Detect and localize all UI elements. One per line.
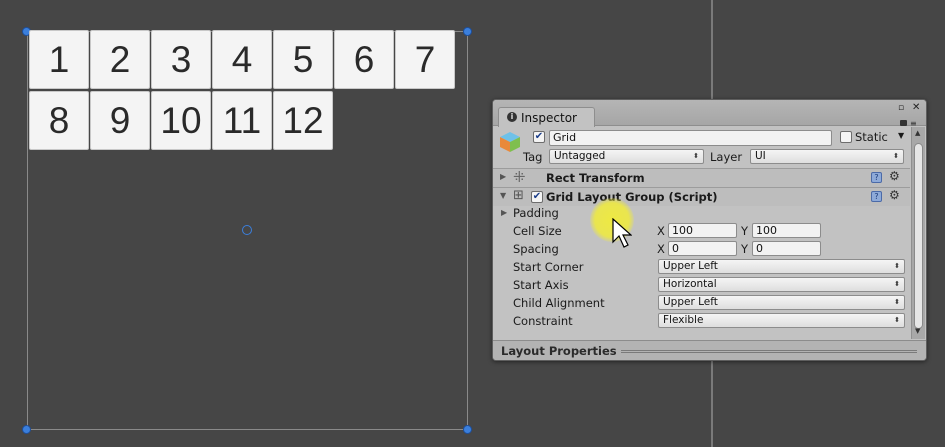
tag-dropdown[interactable]: Untagged ⬍ — [549, 149, 704, 164]
grid-layout-group-header[interactable]: ▼ ⊞ ✔ Grid Layout Group (Script) ? ⚙ — [493, 187, 910, 206]
expanded-arrow-icon: ▼ — [500, 191, 507, 200]
layout-properties-label: Layout Properties — [501, 344, 617, 358]
dropdown-arrow-icon: ⬍ — [894, 298, 900, 306]
grid-cell[interactable]: 2 — [90, 30, 150, 89]
static-checkbox[interactable] — [840, 131, 852, 143]
gear-icon[interactable]: ⚙ — [889, 169, 900, 183]
start-axis-dropdown[interactable]: Horizontal ⬍ — [658, 277, 905, 292]
grid-layout-icon: ⊞ — [513, 188, 524, 203]
inspector-tabbar: i Inspector ▫ ✕ ≡ — [493, 100, 926, 128]
start-corner-label: Start Corner — [513, 260, 584, 274]
grid-layout-group-label: Grid Layout Group (Script) — [546, 190, 718, 204]
maximize-icon[interactable]: ▫ — [898, 103, 904, 113]
grid-cell[interactable]: 12 — [273, 91, 333, 150]
cell-size-y-input[interactable]: 100 — [752, 223, 821, 238]
close-icon[interactable]: ✕ — [912, 102, 920, 113]
child-alignment-label: Child Alignment — [513, 296, 605, 310]
constraint-label: Constraint — [513, 314, 573, 328]
static-dropdown-arrow-icon[interactable]: ▼ — [898, 131, 904, 140]
layout-properties-bar[interactable]: Layout Properties — [493, 340, 926, 360]
start-axis-value: Horizontal — [663, 278, 717, 290]
grid-cell[interactable]: 3 — [151, 30, 211, 89]
tag-label: Tag — [523, 150, 543, 164]
dropdown-arrow-icon: ⬍ — [894, 262, 900, 270]
gear-icon[interactable]: ⚙ — [889, 188, 900, 202]
tab-inspector[interactable]: i Inspector — [498, 107, 595, 127]
cell-size-label: Cell Size — [513, 224, 562, 238]
dropdown-arrow-icon: ⬍ — [894, 280, 900, 288]
info-icon: i — [507, 112, 517, 122]
tag-dropdown-value: Untagged — [554, 150, 606, 162]
dropdown-arrow-icon: ⬍ — [893, 152, 899, 160]
grid-cell[interactable]: 7 — [395, 30, 455, 89]
rect-handle-bottom-right[interactable] — [463, 425, 472, 434]
grid-cell[interactable]: 4 — [212, 30, 272, 89]
child-alignment-value: Upper Left — [663, 296, 718, 308]
grid-cell[interactable]: 10 — [151, 91, 211, 150]
lock-icon[interactable] — [900, 120, 907, 126]
cell-size-y-label: Y — [741, 224, 749, 238]
pivot-handle[interactable] — [242, 225, 252, 235]
grid-cell[interactable]: 5 — [273, 30, 333, 89]
inspector-window: i Inspector ▫ ✕ ≡ ✔ Grid Static ▼ Tag Un… — [492, 99, 927, 361]
rect-transform-label: Rect Transform — [546, 171, 645, 185]
component-enabled-checkbox[interactable]: ✔ — [531, 191, 543, 203]
help-book-icon[interactable]: ? — [871, 172, 882, 183]
collapsed-arrow-icon: ▶ — [500, 172, 507, 181]
rect-handle-bottom-left[interactable] — [22, 425, 31, 434]
tab-inspector-label: Inspector — [521, 111, 577, 125]
scrollbar-thumb[interactable] — [914, 143, 923, 329]
start-corner-value: Upper Left — [663, 260, 718, 272]
grid-cell[interactable]: 6 — [334, 30, 394, 89]
cell-size-x-input[interactable]: 100 — [668, 223, 737, 238]
grid-cell[interactable]: 11 — [212, 91, 272, 150]
layer-label: Layer — [710, 150, 743, 164]
cell-size-x-label: X — [657, 224, 665, 238]
scroll-up-arrow-icon[interactable]: ▲ — [915, 129, 920, 137]
rect-transform-icon: ⁜ — [513, 168, 526, 186]
constraint-dropdown[interactable]: Flexible ⬍ — [658, 313, 905, 328]
spacing-x-input[interactable]: 0 — [668, 241, 737, 256]
child-alignment-dropdown[interactable]: Upper Left ⬍ — [658, 295, 905, 310]
dropdown-arrow-icon: ⬍ — [693, 152, 699, 160]
layer-dropdown-value: UI — [755, 150, 766, 162]
spacing-x-label: X — [657, 242, 665, 256]
gameobject-cube-icon — [500, 132, 520, 152]
spacing-label: Spacing — [513, 242, 559, 256]
spacing-y-label: Y — [741, 242, 749, 256]
layer-dropdown[interactable]: UI ⬍ — [750, 149, 904, 164]
padding-label[interactable]: Padding — [513, 206, 559, 220]
rect-transform-header[interactable]: ▶ ⁜ Rect Transform ? ⚙ — [493, 168, 910, 187]
grid-cell[interactable]: 9 — [90, 91, 150, 150]
rect-handle-top-right[interactable] — [463, 27, 472, 36]
spacing-y-input[interactable]: 0 — [752, 241, 821, 256]
help-book-icon[interactable]: ? — [871, 191, 882, 202]
dropdown-arrow-icon: ⬍ — [894, 316, 900, 324]
object-name-field[interactable]: Grid — [549, 130, 832, 146]
drag-handle-lines — [621, 350, 917, 353]
static-label: Static — [855, 130, 888, 144]
mouse-cursor-icon — [612, 218, 632, 248]
constraint-value: Flexible — [663, 314, 704, 326]
scroll-down-arrow-icon[interactable]: ▼ — [915, 327, 920, 335]
padding-fold-arrow-icon[interactable]: ▶ — [501, 208, 507, 217]
start-axis-label: Start Axis — [513, 278, 569, 292]
grid-cell[interactable]: 8 — [29, 91, 89, 150]
inspector-scrollbar[interactable]: ▲ ▼ — [911, 127, 925, 339]
object-active-checkbox[interactable]: ✔ — [533, 131, 545, 143]
start-corner-dropdown[interactable]: Upper Left ⬍ — [658, 259, 905, 274]
grid-cell[interactable]: 1 — [29, 30, 89, 89]
